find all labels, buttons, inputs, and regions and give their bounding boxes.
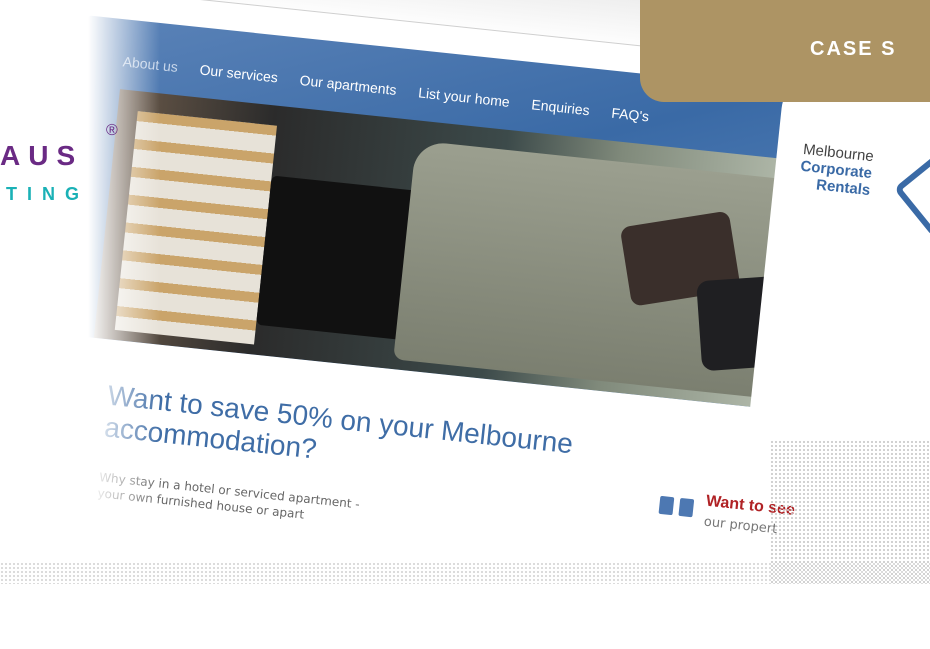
nav-faqs[interactable]: FAQ's (611, 105, 650, 125)
brand-line-2: TING (6, 184, 89, 204)
case-study-label: CASE S (810, 38, 897, 60)
home-icon (893, 148, 930, 239)
case-study-tab: CASE S (640, 0, 930, 102)
nav-our-services[interactable]: Our services (199, 61, 279, 85)
houses-icon (658, 495, 696, 522)
nav-enquiries[interactable]: Enquiries (531, 96, 591, 118)
logo-text: Melbourne Corporate Rentals (798, 141, 875, 199)
overlay-brand-logo: ® AUS TING (0, 122, 140, 230)
nav-our-apartments[interactable]: Our apartments (299, 72, 397, 98)
bottom-dither-overlay (0, 562, 930, 584)
want-subtitle: our propert (703, 514, 778, 538)
left-fade (0, 0, 160, 584)
nav-list-your-home[interactable]: List your home (418, 84, 511, 110)
brand-line-1: AUS (0, 140, 84, 171)
registered-mark: ® (106, 122, 118, 139)
mcr-logo[interactable]: Melbourne Corporate Rentals (795, 141, 930, 239)
house-icon (658, 495, 675, 516)
house-icon (678, 497, 695, 518)
